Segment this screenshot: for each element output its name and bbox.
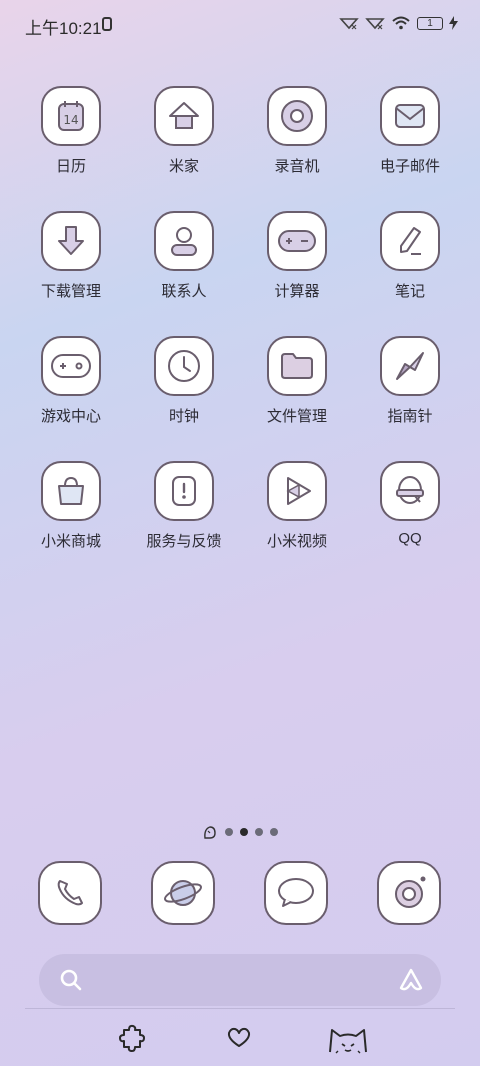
app-label: 时钟 (168, 408, 199, 425)
dock-camera[interactable] (359, 861, 459, 925)
page-dot[interactable] (270, 828, 278, 836)
app-game-center[interactable]: 游戏中心 (21, 336, 121, 426)
video-play-icon (267, 461, 327, 521)
calendar-icon: 14 (41, 86, 101, 146)
dock-browser[interactable] (133, 861, 233, 925)
app-label: 小米商城 (40, 533, 101, 550)
status-icons: 1 (339, 15, 458, 31)
mail-icon (380, 86, 440, 146)
puzzle-icon[interactable] (118, 1022, 146, 1054)
app-label: 下载管理 (40, 283, 101, 300)
home-icon (154, 86, 214, 146)
app-label: 笔记 (394, 283, 425, 300)
calendar-date: 14 (63, 113, 78, 127)
app-file-manager[interactable]: 文件管理 (247, 336, 347, 426)
heart-icon[interactable] (226, 1026, 252, 1050)
qq-icon (380, 461, 440, 521)
clock-icon (154, 336, 214, 396)
compass-icon (380, 336, 440, 396)
bottom-nav (0, 1018, 480, 1058)
browser-planet-icon (151, 861, 215, 925)
page-dot-active[interactable] (240, 828, 248, 836)
app-label: 小米视频 (266, 533, 327, 550)
search-input[interactable] (95, 954, 389, 1008)
app-calendar[interactable]: 14 日历 (21, 86, 121, 176)
recorder-icon (267, 86, 327, 146)
app-label: 联系人 (161, 283, 207, 300)
calculator-icon (267, 211, 327, 271)
app-mi-video[interactable]: 小米视频 (247, 461, 347, 551)
phone-icon (38, 861, 102, 925)
gamepad-icon (41, 336, 101, 396)
contacts-icon (154, 211, 214, 271)
charging-icon (449, 16, 458, 30)
message-icon (264, 861, 328, 925)
shopping-bag-icon (41, 461, 101, 521)
app-downloads[interactable]: 下载管理 (21, 211, 121, 301)
battery-icon: 1 (417, 16, 443, 30)
app-label: 米家 (168, 158, 199, 175)
dock-phone[interactable] (20, 861, 120, 925)
divider (25, 1008, 455, 1009)
cat-icon[interactable] (326, 1022, 370, 1056)
ai-assistant-icon[interactable] (397, 966, 425, 994)
app-service-feedback[interactable]: 服务与反馈 (134, 461, 234, 551)
signal-icon (339, 18, 359, 30)
app-label: 计算器 (274, 283, 320, 300)
camera-icon (377, 861, 441, 925)
app-compass[interactable]: 指南针 (360, 336, 460, 426)
app-contacts[interactable]: 联系人 (134, 211, 234, 301)
app-mijia[interactable]: 米家 (134, 86, 234, 176)
app-email[interactable]: 电子邮件 (360, 86, 460, 176)
notification-icon (102, 17, 112, 31)
app-label: 游戏中心 (40, 408, 101, 425)
search-bar[interactable] (39, 954, 441, 1008)
status-bar: 上午10:21 1 (0, 0, 480, 50)
app-label: 文件管理 (266, 408, 327, 425)
signal-icon-2 (365, 18, 385, 30)
download-icon (41, 211, 101, 271)
notes-icon (380, 211, 440, 271)
app-label: 电子邮件 (379, 158, 440, 175)
app-clock[interactable]: 时钟 (134, 336, 234, 426)
search-icon[interactable] (59, 968, 83, 992)
page-dot[interactable] (255, 828, 263, 836)
wifi-icon (392, 16, 410, 30)
app-notes[interactable]: 笔记 (360, 211, 460, 301)
page-dot[interactable] (225, 828, 233, 836)
app-label: QQ (398, 530, 422, 547)
app-calculator[interactable]: 计算器 (247, 211, 347, 301)
page-indicator (0, 824, 480, 840)
app-label: 日历 (55, 158, 86, 175)
feedback-icon (154, 461, 214, 521)
app-label: 服务与反馈 (146, 533, 222, 550)
app-mi-store[interactable]: 小米商城 (21, 461, 121, 551)
folder-icon (267, 336, 327, 396)
app-recorder[interactable]: 录音机 (247, 86, 347, 176)
app-label: 录音机 (274, 158, 320, 175)
app-qq[interactable]: QQ (360, 461, 460, 547)
bunny-icon[interactable] (202, 824, 218, 840)
dock-messages[interactable] (246, 861, 346, 925)
battery-level: 1 (427, 17, 433, 29)
status-time: 上午10:21 (25, 19, 102, 38)
app-label: 指南针 (387, 408, 433, 425)
